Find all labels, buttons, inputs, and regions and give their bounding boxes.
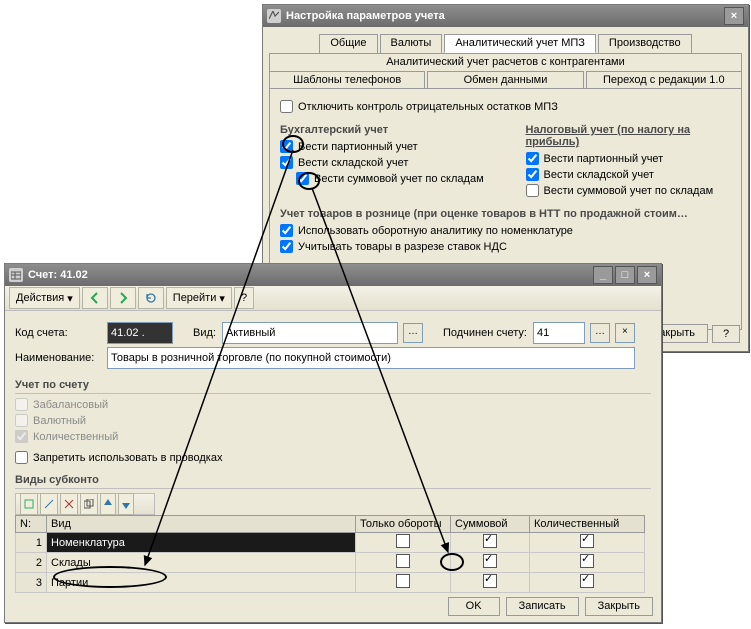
chk-cell[interactable] xyxy=(580,574,594,588)
chk-forbid[interactable]: Запретить использовать в проводках xyxy=(15,451,651,464)
chk-nu-sklad[interactable]: Вести складской учет xyxy=(526,168,732,181)
settings-titlebar: Настройка параметров учета × xyxy=(263,5,748,27)
chk-cell[interactable] xyxy=(483,574,497,588)
col-kind[interactable]: Вид xyxy=(47,516,356,533)
tb-del-icon[interactable] xyxy=(60,493,78,515)
chk-cell[interactable] xyxy=(483,534,497,548)
tb-edit-icon[interactable] xyxy=(40,493,58,515)
maximize-icon[interactable]: □ xyxy=(615,266,635,284)
kind-input[interactable] xyxy=(222,322,398,344)
settings-icon xyxy=(267,9,281,23)
parent-label: Подчинен счету: xyxy=(443,327,527,339)
tab-phones[interactable]: Шаблоны телефонов xyxy=(269,71,425,89)
chk-bu-sklad[interactable]: Вести складской учет xyxy=(280,156,486,169)
tab-production[interactable]: Производство xyxy=(598,34,692,53)
chk-nu-sum[interactable]: Вести суммовой учет по складам xyxy=(526,184,732,197)
subkonto-head: Виды субконто xyxy=(15,474,651,489)
group-nu[interactable]: Налоговый учет (по налогу на прибыль) xyxy=(526,124,732,148)
group-acct-head: Учет по счету xyxy=(15,379,651,394)
annotation-ellipse xyxy=(282,135,304,153)
tb-up-icon[interactable] xyxy=(100,493,116,515)
chk-cell[interactable] xyxy=(580,534,594,548)
chk-cell[interactable] xyxy=(396,554,410,568)
acct-close-button[interactable]: Закрыть xyxy=(585,597,653,616)
parent-clear-icon[interactable]: × xyxy=(615,323,635,343)
chk-retail-nomen[interactable]: Использовать оборотную аналитику по номе… xyxy=(280,224,731,237)
chk-cell[interactable] xyxy=(483,554,497,568)
chk-cell[interactable] xyxy=(396,534,410,548)
chk-retail-nds[interactable]: Учитывать товары в разрезе ставок НДС xyxy=(280,240,731,253)
parent-input[interactable] xyxy=(533,322,585,344)
col-sum[interactable]: Суммовой xyxy=(451,516,530,533)
acct-ok-button[interactable]: OK xyxy=(448,597,500,616)
tab-general[interactable]: Общие xyxy=(319,34,377,53)
name-input[interactable] xyxy=(107,347,635,369)
kind-pick-icon[interactable]: … xyxy=(403,323,423,343)
actions-menu[interactable]: Действия ▾ xyxy=(9,287,80,309)
code-input[interactable] xyxy=(107,322,173,344)
refresh-icon[interactable] xyxy=(138,287,164,309)
annotation-ellipse xyxy=(298,172,320,190)
chk-nu-partion[interactable]: Вести партионный учет xyxy=(526,152,732,165)
toolbar-help-icon[interactable]: ? xyxy=(234,287,254,309)
acct-save-button[interactable]: Записать xyxy=(506,597,579,616)
account-icon xyxy=(9,268,23,282)
chk-cell[interactable] xyxy=(580,554,594,568)
chk-bu-partion[interactable]: Вести партионный учет xyxy=(280,140,486,153)
tab-exchange[interactable]: Обмен данными xyxy=(427,71,583,89)
settings-title: Настройка параметров учета xyxy=(286,10,445,22)
chk-cell[interactable] xyxy=(396,574,410,588)
acct-title: Счет: 41.02 xyxy=(28,269,88,281)
tb-down-icon[interactable] xyxy=(118,493,134,515)
minimize-icon[interactable]: _ xyxy=(593,266,613,284)
tab-migrate[interactable]: Переход с редакции 1.0 xyxy=(586,71,742,89)
col-turn[interactable]: Только обороты xyxy=(356,516,451,533)
name-label: Наименование: xyxy=(15,352,101,364)
chk-bu-sum[interactable]: Вести суммовой учет по складам xyxy=(296,172,486,185)
tb-copy-icon[interactable] xyxy=(80,493,98,515)
chk-offbalance[interactable]: Забалансовый xyxy=(15,398,651,411)
chk-disable-neg[interactable]: Отключить контроль отрицательных остатко… xyxy=(280,100,731,113)
parent-pick-icon[interactable]: … xyxy=(590,323,610,343)
chk-quantity[interactable]: Количественный xyxy=(15,430,651,443)
annotation-ellipse xyxy=(440,553,464,571)
group-bu: Бухгалтерский учет xyxy=(280,124,486,136)
tb-add-icon[interactable] xyxy=(20,493,38,515)
tab-mpz[interactable]: Аналитический учет МПЗ xyxy=(444,34,596,53)
acct-titlebar: Счет: 41.02 _ □ × xyxy=(5,264,661,286)
code-label: Код счета: xyxy=(15,327,101,339)
nav-back-icon[interactable] xyxy=(82,287,108,309)
kind-label: Вид: xyxy=(193,327,216,339)
tab-contragents[interactable]: Аналитический учет расчетов с контрагент… xyxy=(269,53,742,71)
annotation-ellipse xyxy=(53,566,167,588)
close-icon[interactable]: × xyxy=(637,266,657,284)
goto-menu[interactable]: Перейти ▾ xyxy=(166,287,232,309)
col-qty[interactable]: Количественный xyxy=(530,516,645,533)
col-n[interactable]: N: xyxy=(16,516,47,533)
tab-currencies[interactable]: Валюты xyxy=(380,34,443,53)
chk-currency[interactable]: Валютный xyxy=(15,414,651,427)
table-row[interactable]: 1 Номенклатура xyxy=(16,533,645,553)
close-icon[interactable]: × xyxy=(724,7,744,25)
group-retail: Учет товаров в рознице (при оценке товар… xyxy=(280,208,731,220)
help-icon[interactable]: ? xyxy=(712,325,740,343)
nav-fwd-icon[interactable] xyxy=(110,287,136,309)
